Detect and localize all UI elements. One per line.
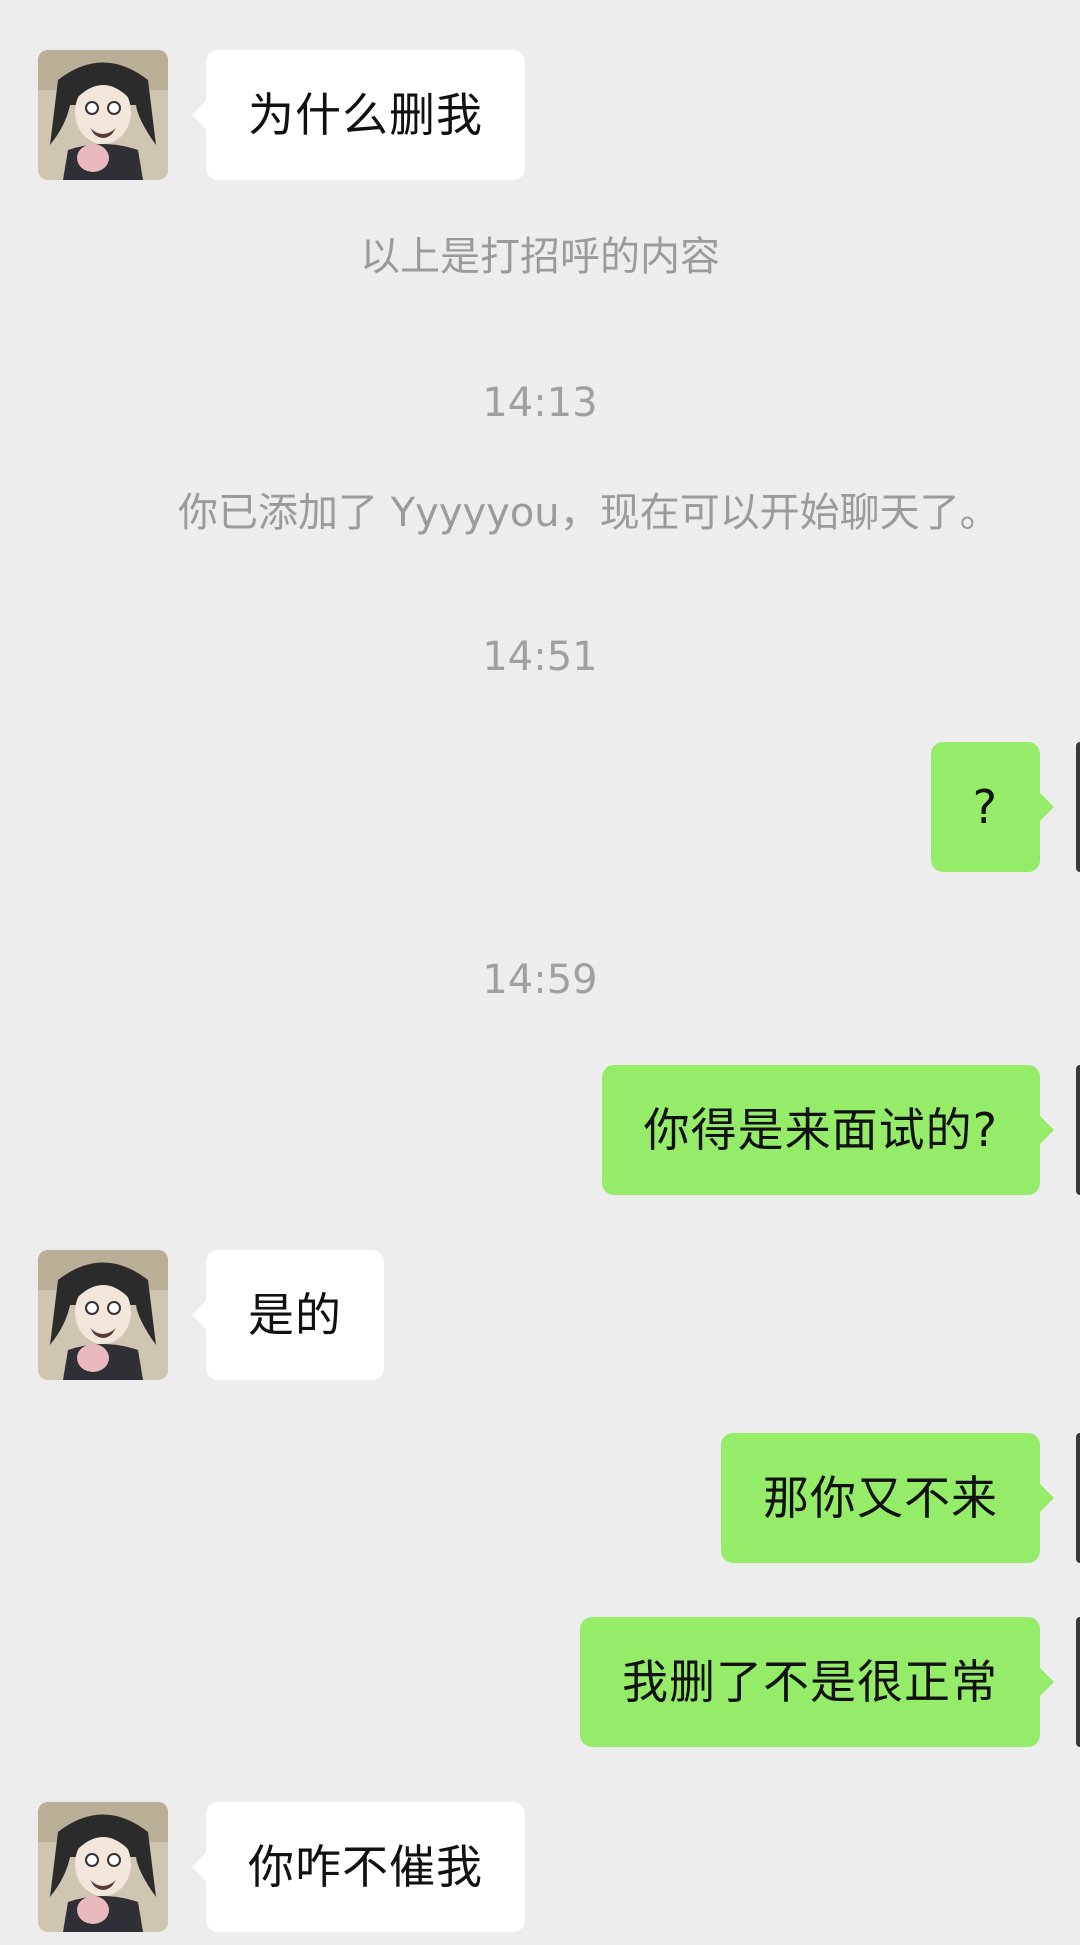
self-avatar[interactable] xyxy=(1076,1065,1080,1195)
contact-avatar[interactable] xyxy=(38,1250,168,1380)
contact-avatar[interactable] xyxy=(38,1802,168,1932)
anime-character-avatar-icon xyxy=(38,1802,168,1932)
self-avatar[interactable] xyxy=(1076,1433,1080,1563)
anime-character-avatar-icon xyxy=(38,50,168,180)
incoming-message-bubble[interactable]: 为什么删我 xyxy=(192,50,525,180)
self-avatar[interactable] xyxy=(1076,742,1080,872)
outgoing-message-bubble[interactable]: ? xyxy=(930,742,1055,872)
self-avatar[interactable] xyxy=(1076,1617,1080,1747)
outgoing-message-bubble[interactable]: 你得是来面试的? xyxy=(601,1065,1055,1195)
outgoing-message-bubble[interactable]: 我删了不是很正常 xyxy=(580,1617,1054,1747)
timestamp: 14:13 xyxy=(482,380,598,426)
message-row-incoming: 你咋不催我 xyxy=(0,1802,1080,1932)
message-row-outgoing: 那你又不来 xyxy=(0,1433,1080,1563)
message-row-incoming: 为什么删我 xyxy=(0,50,1080,180)
timestamp: 14:51 xyxy=(482,634,598,680)
message-row-outgoing: 你得是来面试的? xyxy=(0,1065,1080,1195)
chat-window: 为什么删我 以上是打招呼的内容 14:13 你已添加了 Yyyyyou，现在可以… xyxy=(0,0,1080,1945)
incoming-message-bubble[interactable]: 是的 xyxy=(192,1250,384,1380)
message-row-incoming: 是的 xyxy=(0,1250,1080,1380)
timestamp: 14:59 xyxy=(482,957,598,1003)
incoming-message-bubble[interactable]: 你咋不催我 xyxy=(192,1802,525,1932)
message-row-outgoing: ? xyxy=(0,742,1080,872)
contact-avatar[interactable] xyxy=(38,50,168,180)
greeting-tip-text: 以上是打招呼的内容 xyxy=(360,234,720,280)
friend-added-notice: 你已添加了 Yyyyyou，现在可以开始聊天了。 xyxy=(178,490,1000,536)
message-row-outgoing: 我删了不是很正常 xyxy=(0,1617,1080,1747)
outgoing-message-bubble[interactable]: 那你又不来 xyxy=(721,1433,1054,1563)
anime-character-avatar-icon xyxy=(38,1250,168,1380)
